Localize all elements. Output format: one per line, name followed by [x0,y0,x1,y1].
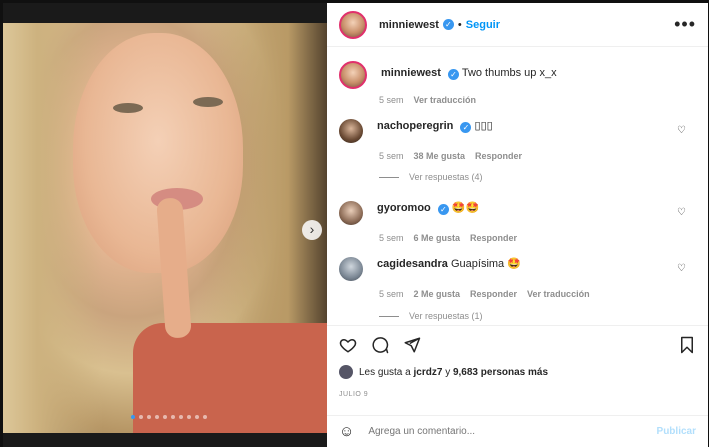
comment-likes[interactable]: 2 Me gusta [414,289,461,299]
comment-body: gyoromoo ✓ 🤩🤩 [377,201,479,215]
caption-text: Two thumbs up x_x [461,67,557,79]
caption-avatar[interactable] [339,61,367,89]
comment-age: 5 sem [379,151,404,161]
heart-icon[interactable]: ♡ [677,125,687,136]
next-slide-button[interactable]: › [302,220,322,240]
carousel-dot [147,415,151,419]
carousel-dot [163,415,167,419]
author-username[interactable]: minniewest [379,19,439,31]
comment-item: gyoromoo ✓ 🤩🤩 5 sem 6 Me gusta Responder… [339,201,699,243]
comment-avatar[interactable] [339,119,363,143]
caption-meta: 5 sem Ver traducción [379,95,699,105]
heart-icon[interactable] [339,336,357,354]
verified-icon: ✓ [437,204,449,215]
carousel-dot [155,415,159,419]
comment-age: 5 sem [379,233,404,243]
comment-text: 🤩🤩 [451,202,480,214]
comment-username[interactable]: cagidesandra [377,258,448,270]
verified-icon: ✓ [460,122,472,133]
post-panel: minniewest ✓ • Seguir ••• minniewest ✓ T… [327,3,708,447]
comment-avatar[interactable] [339,257,363,281]
heart-icon[interactable]: ♡ [677,263,687,274]
translate-link[interactable]: Ver traducción [527,289,590,299]
heart-icon[interactable]: ♡ [677,207,687,218]
carousel-dots [131,415,207,419]
caption: minniewest ✓ Two thumbs up x_x 5 sem Ver… [339,61,699,105]
comment-age: 5 sem [379,289,404,299]
comment-item: cagidesandra Guapísima 🤩 5 sem 2 Me gust… [339,257,699,299]
caption-body: minniewest ✓ Two thumbs up x_x [381,66,557,80]
likes-prefix: Les gusta a [359,366,411,378]
photo-eye-right [193,97,223,107]
carousel-dot [195,415,199,419]
more-icon[interactable]: ••• [674,14,696,35]
emoji-icon[interactable]: ☺ [339,423,354,440]
post-date[interactable]: JULIO 9 [339,391,368,398]
view-replies[interactable]: Ver respuestas (1) [379,311,483,321]
chevron-right-icon: › [309,221,315,237]
carousel-dot [139,415,143,419]
carousel-dot [187,415,191,419]
post-photo[interactable] [3,23,327,433]
carousel-dot [131,415,135,419]
comment-meta: 5 sem 2 Me gusta Responder Ver traducció… [379,289,699,299]
reply-button[interactable]: Responder [470,233,517,243]
view-replies-label[interactable]: Ver respuestas (1) [409,311,483,321]
follow-button[interactable]: Seguir [466,19,500,31]
post-media: › [3,3,327,447]
comment-meta: 5 sem 38 Me gusta Responder [379,151,699,161]
likes-middle: y [445,366,451,378]
caption-translate-link[interactable]: Ver traducción [414,95,477,105]
author-avatar[interactable] [339,10,367,39]
photo-eye-left [113,103,143,113]
view-replies[interactable]: Ver respuestas (4) [379,172,483,182]
comment-icon[interactable] [371,336,389,354]
comment-text: Guapísima 🤩 [450,258,521,270]
share-icon[interactable] [403,336,421,354]
replies-line [379,176,399,178]
header-separator: • [457,18,462,31]
comment-text: ▯▯▯ [474,120,493,132]
comments-list: minniewest ✓ Two thumbs up x_x 5 sem Ver… [327,47,708,325]
view-replies-label[interactable]: Ver respuestas (4) [409,172,483,182]
caption-age: 5 sem [379,95,404,105]
comment-body: nachoperegrin ✓ ▯▯▯ [377,119,493,133]
carousel-dot [171,415,175,419]
comment-username[interactable]: gyoromoo [377,202,431,214]
comment-composer: ☺ Publicar [327,415,708,447]
verified-icon: ✓ [442,19,454,30]
likes-user[interactable]: jcrdz7 [414,367,443,378]
liker-avatar[interactable] [339,365,353,379]
post-header: minniewest ✓ • Seguir ••• [327,3,708,47]
comment-likes[interactable]: 38 Me gusta [414,151,466,161]
likes-summary: Les gusta a jcrdz7 y 9,683 personas más [339,365,548,379]
post-modal: › minniewest ✓ • Seguir ••• minniewest ✓… [0,0,709,447]
post-actions [327,325,708,363]
reply-button[interactable]: Responder [475,151,522,161]
comment-item: nachoperegrin ✓ ▯▯▯ 5 sem 38 Me gusta Re… [339,119,699,161]
likes-count[interactable]: 9,683 personas más [453,367,548,378]
comment-avatar[interactable] [339,201,363,225]
caption-username[interactable]: minniewest [381,67,441,79]
carousel-dot [203,415,207,419]
reply-button[interactable]: Responder [470,289,517,299]
comment-input[interactable] [368,426,657,437]
publish-button[interactable]: Publicar [657,426,696,437]
replies-line [379,315,399,317]
comment-body: cagidesandra Guapísima 🤩 [377,257,521,271]
carousel-dot [179,415,183,419]
comment-meta: 5 sem 6 Me gusta Responder [379,233,699,243]
verified-icon: ✓ [447,69,459,80]
bookmark-icon[interactable] [678,336,696,354]
comment-likes[interactable]: 6 Me gusta [414,233,461,243]
comment-username[interactable]: nachoperegrin [377,120,453,132]
